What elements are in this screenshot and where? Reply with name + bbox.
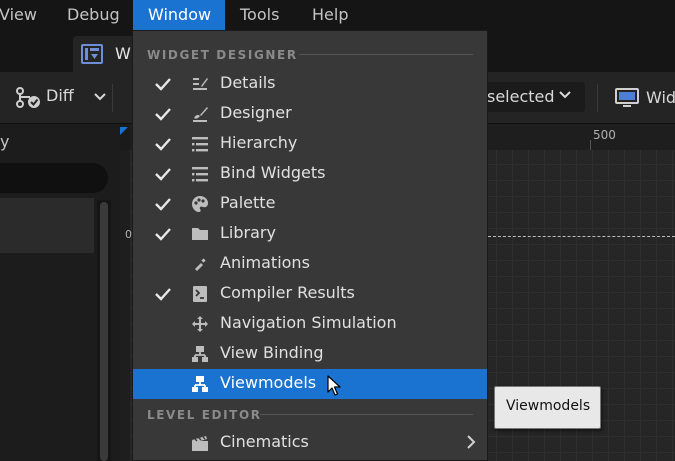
compiler-results-icon — [193, 286, 207, 302]
menu-tools-label: Tools — [240, 5, 280, 24]
menu-item-navigation-simulation[interactable]: Navigation Simulation — [133, 309, 487, 339]
widget-bounds-guide — [488, 236, 675, 237]
library-folder-icon — [192, 228, 208, 240]
menu-item-label: Palette — [220, 193, 276, 212]
menu-item-view-binding[interactable]: View Binding — [133, 339, 487, 369]
checkmark-icon — [155, 198, 171, 211]
section-header-level-editor: LEVEL EDITOR — [147, 408, 262, 422]
menu-item-library[interactable]: Library — [133, 219, 487, 249]
search-input[interactable] — [0, 163, 108, 193]
toolbar-divider — [597, 84, 598, 112]
section-header-widget-designer: WIDGET DESIGNER — [147, 48, 298, 62]
window-menu-dropdown: WIDGET DESIGNER Details Designer Hierarc… — [132, 30, 488, 461]
menu-item-label: Cinematics — [220, 432, 309, 451]
menu-item-label: Details — [220, 73, 276, 92]
details-icon — [193, 78, 208, 90]
menu-item-designer[interactable]: Designer — [133, 99, 487, 129]
menu-item-label: Designer — [220, 103, 292, 122]
checkmark-icon — [155, 288, 171, 301]
menu-item-label: Hierarchy — [220, 133, 298, 152]
ruler-corner-marker — [120, 127, 128, 135]
menu-item-label: Compiler Results — [220, 283, 355, 302]
scrollbar-thumb[interactable] — [100, 202, 108, 461]
toolbar-divider — [112, 84, 113, 112]
menu-view-label: View — [0, 5, 37, 24]
section-divider — [260, 414, 473, 415]
tooltip-text: Viewmodels — [506, 398, 591, 414]
menu-item-viewmodels[interactable]: Viewmodels — [133, 369, 487, 399]
widget-mode-label: Wid — [646, 88, 675, 107]
selection-dropdown[interactable]: selected — [475, 82, 585, 112]
list-item[interactable] — [0, 198, 94, 253]
view-binding-icon — [192, 346, 208, 362]
selection-dropdown-value: selected — [487, 87, 555, 106]
checkmark-icon — [155, 168, 171, 181]
menu-window-label: Window — [148, 5, 212, 24]
widget-blueprint-icon — [81, 44, 103, 64]
ruler-tick — [590, 140, 591, 150]
menu-item-compiler-results[interactable]: Compiler Results — [133, 279, 487, 309]
menu-item-animations[interactable]: Animations — [133, 249, 487, 279]
diff-icon — [16, 87, 40, 108]
menu-item-label: View Binding — [220, 343, 324, 362]
menu-debug-label: Debug — [67, 5, 120, 24]
section-divider — [299, 54, 473, 55]
ruler-tick-label: 500 — [593, 128, 616, 142]
menu-tools[interactable]: Tools — [240, 0, 290, 30]
navigation-simulation-icon — [192, 316, 208, 332]
checkmark-icon — [155, 108, 171, 121]
menu-item-label: Navigation Simulation — [220, 313, 397, 332]
checkmark-icon — [155, 228, 171, 241]
hierarchy-icon — [192, 137, 208, 152]
menu-item-details[interactable]: Details — [133, 69, 487, 99]
chevron-right-icon — [467, 435, 476, 449]
checkmark-icon — [155, 138, 171, 151]
menubar: View Debug Window Tools Help — [0, 0, 675, 30]
menu-item-label: Bind Widgets — [220, 163, 326, 182]
menu-item-cinematics[interactable]: Cinematics — [133, 428, 487, 458]
diff-button[interactable]: Diff — [12, 82, 106, 112]
palette-icon — [192, 196, 208, 212]
designer-icon — [193, 107, 208, 122]
menu-view[interactable]: View — [0, 0, 45, 30]
menu-help-label: Help — [312, 5, 349, 24]
menu-help[interactable]: Help — [312, 0, 354, 30]
animations-icon — [195, 258, 206, 271]
menu-item-label: Animations — [220, 253, 310, 272]
mouse-cursor-icon — [327, 375, 341, 396]
monitor-icon — [615, 88, 639, 107]
chevron-down-icon — [559, 89, 571, 104]
editor-window: View Debug Window Tools Help WI Diff sel… — [0, 0, 675, 461]
diff-label: Diff — [46, 86, 74, 105]
tooltip: Viewmodels — [494, 386, 601, 429]
bind-widgets-icon — [192, 167, 208, 182]
viewmodels-icon — [192, 376, 208, 392]
menu-debug[interactable]: Debug — [67, 0, 123, 30]
checkmark-icon — [155, 78, 171, 91]
menu-item-label: Library — [220, 223, 276, 242]
menu-item-hierarchy[interactable]: Hierarchy — [133, 129, 487, 159]
menu-item-palette[interactable]: Palette — [133, 189, 487, 219]
cinematics-icon — [192, 436, 208, 451]
ruler-tick-label: 0 — [125, 228, 132, 241]
panel-title: y — [0, 132, 10, 151]
menu-item-label: Viewmodels — [220, 373, 317, 392]
menu-window[interactable]: Window — [133, 0, 225, 30]
menu-item-bind-widgets[interactable]: Bind Widgets — [133, 159, 487, 189]
